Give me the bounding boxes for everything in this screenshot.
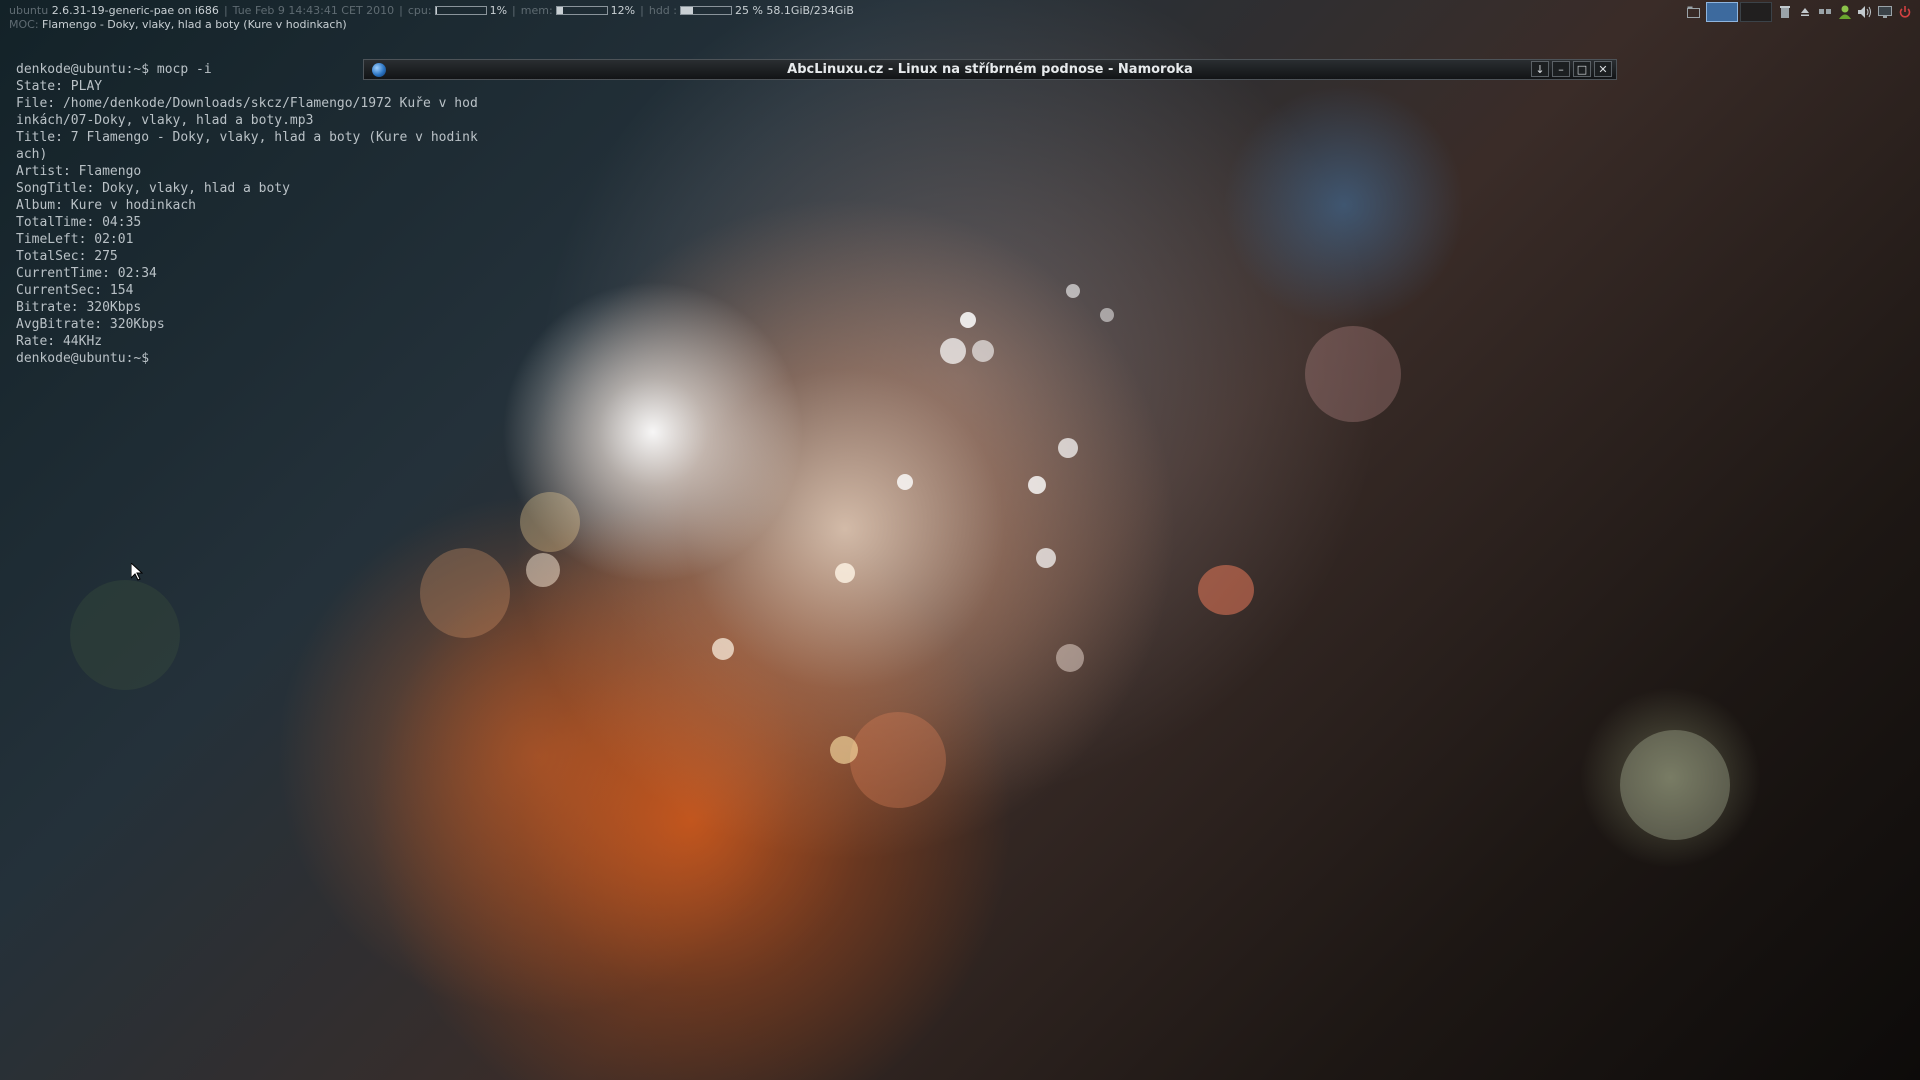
mouse-cursor-icon: [131, 563, 143, 581]
monitor-icon[interactable]: [1878, 5, 1892, 19]
cpu-meter-fill: [435, 7, 437, 14]
user-status-icon[interactable]: [1838, 5, 1852, 19]
minimize-button[interactable]: –: [1552, 61, 1570, 77]
terminal-line: CurrentSec: 154: [16, 283, 134, 298]
cpu-meter: [434, 6, 487, 15]
bokeh-dark: [70, 580, 180, 690]
bokeh-light: [1056, 644, 1084, 672]
terminal-line: TotalTime: 04:35: [16, 215, 142, 230]
terminal-line: Rate: 44KHz: [16, 334, 103, 349]
window-titlebar[interactable]: AbcLinuxu.cz - Linux na stříbrném podnos…: [363, 59, 1617, 80]
bokeh-warm: [1305, 326, 1401, 422]
window-controls: ↓ – □ ✕: [1531, 61, 1612, 77]
workspace-1[interactable]: [1706, 2, 1738, 22]
bokeh-warm: [850, 712, 946, 808]
system-tray: [1686, 2, 1912, 22]
bokeh-light: [1058, 438, 1078, 458]
bokeh-warm: [520, 492, 580, 552]
cpu-label: cpu:: [407, 4, 432, 17]
system-info-row: ubuntu 2.6.31-19-generic-pae on i686 | Tue…: [9, 4, 854, 17]
terminal-line: CurrentTime: 02:34: [16, 266, 157, 281]
bokeh-warm: [420, 548, 510, 638]
bokeh-light: [526, 553, 560, 587]
mem-label: mem:: [520, 4, 553, 17]
bokeh-light: [1036, 548, 1056, 568]
bokeh-light: [960, 312, 976, 328]
moc-track: Flamengo - Doky, vlaky, hlad a boty (Kur…: [42, 18, 347, 31]
shade-button[interactable]: ↓: [1531, 61, 1549, 77]
bokeh-light: [712, 638, 734, 660]
maximize-button[interactable]: □: [1573, 61, 1591, 77]
terminal-line: Bitrate: 320Kbps: [16, 300, 142, 315]
kernel-info: 2.6.31-19-generic-pae on i686: [51, 4, 219, 17]
terminal-line: AvgBitrate: 320Kbps: [16, 317, 165, 332]
file-manager-icon[interactable]: [1686, 5, 1700, 19]
hostname: ubuntu: [9, 4, 49, 17]
bokeh-light: [1100, 308, 1114, 322]
bokeh-light: [835, 563, 855, 583]
terminal-line: TimeLeft: 02:01: [16, 232, 134, 247]
terminal-line: ach): [16, 147, 48, 162]
hdd-meter: [679, 6, 732, 15]
bokeh-cool: [1620, 730, 1730, 840]
clock: Tue Feb 9 14:43:41 CET 2010: [232, 4, 395, 17]
close-button[interactable]: ✕: [1594, 61, 1612, 77]
terminal-line: SongTitle: Doky, vlaky, hlad a boty: [16, 181, 290, 196]
terminal-line: Album: Kure v hodinkach: [16, 198, 197, 213]
bokeh-light: [897, 474, 913, 490]
terminal-line: File: /home/denkode/Downloads/skcz/Flame…: [16, 96, 478, 111]
hdd-value: 25 % 58.1GiB/234GiB: [734, 4, 854, 17]
terminal-line: denkode@ubuntu:~$: [16, 351, 150, 366]
hdd-meter-fill: [680, 7, 694, 14]
trash-icon[interactable]: [1778, 5, 1792, 19]
now-playing-row: MOC: Flamengo - Doky, vlaky, hlad a boty…: [9, 19, 347, 31]
terminal-line: Title: 7 Flamengo - Doky, vlaky, hlad a …: [16, 130, 478, 145]
terminal-line: inkách/07-Doky, vlaky, hlad a boty.mp3: [16, 113, 314, 128]
workspace-pager: [1706, 2, 1772, 22]
eject-icon[interactable]: [1798, 5, 1812, 19]
terminal-output[interactable]: denkode@ubuntu:~$ mocp -i State: PLAY File…: [16, 61, 478, 367]
mem-meter-fill: [556, 7, 563, 14]
power-icon[interactable]: [1898, 5, 1912, 19]
moc-label: MOC:: [9, 18, 39, 31]
terminal-line: Artist: Flamengo: [16, 164, 142, 179]
mem-meter: [555, 6, 608, 15]
terminal-line: State: PLAY: [16, 79, 103, 94]
bokeh-warm: [1198, 565, 1254, 615]
bokeh-light: [940, 338, 966, 364]
bokeh-light: [1066, 284, 1080, 298]
volume-icon[interactable]: [1858, 5, 1872, 19]
bokeh-light: [972, 340, 994, 362]
bokeh-warm: [830, 736, 858, 764]
window-title: AbcLinuxu.cz - Linux na stříbrném podnos…: [787, 62, 1193, 77]
bokeh-light: [1028, 476, 1046, 494]
hdd-label: hdd :: [648, 4, 677, 17]
status-bar: ubuntu 2.6.31-19-generic-pae on i686 | Tue…: [0, 0, 1920, 31]
terminal-line: TotalSec: 275: [16, 249, 118, 264]
workspace-2[interactable]: [1740, 2, 1772, 22]
mem-value: 12%: [610, 4, 636, 17]
cpu-value: 1%: [489, 4, 508, 17]
network-icon[interactable]: [1818, 5, 1832, 19]
